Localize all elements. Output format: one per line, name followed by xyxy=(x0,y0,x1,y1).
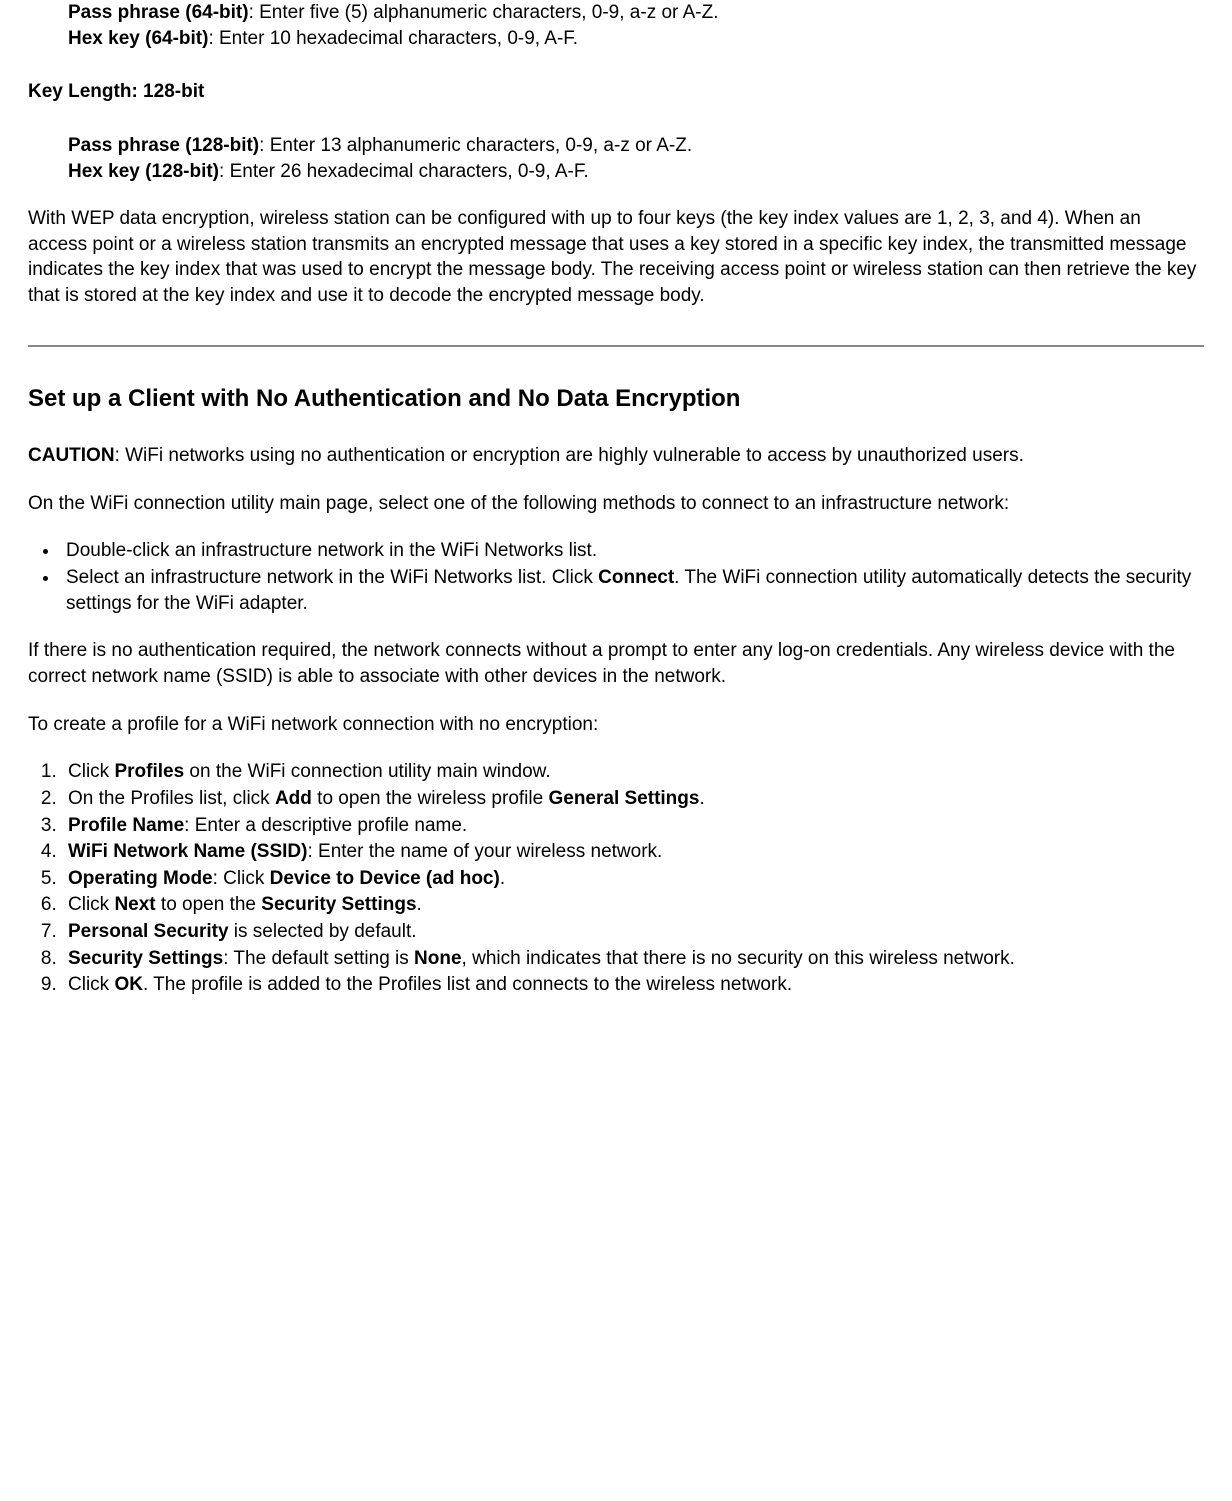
list-item: Click Next to open the Security Settings… xyxy=(62,892,1204,918)
pass-phrase-64-text: : Enter five (5) alphanumeric characters… xyxy=(249,2,719,23)
step6-bold2: Security Settings xyxy=(261,894,416,915)
step5-bold1: Operating Mode xyxy=(68,868,213,889)
list-item: On the Profiles list, click Add to open … xyxy=(62,786,1204,812)
step5-bold2: Device to Device (ad hoc) xyxy=(270,868,500,889)
step6-pre: Click xyxy=(68,894,114,915)
step7-post: is selected by default. xyxy=(229,921,417,942)
list-item: Operating Mode: Click Device to Device (… xyxy=(62,866,1204,892)
step9-bold: OK xyxy=(114,974,143,995)
step8-bold2: None xyxy=(414,948,462,969)
step2-bold2: General Settings xyxy=(548,788,699,809)
list-item: WiFi Network Name (SSID): Enter the name… xyxy=(62,839,1204,865)
list-item: Profile Name: Enter a descriptive profil… xyxy=(62,813,1204,839)
step5-mid: : Click xyxy=(213,868,270,889)
step8-mid: : The default setting is xyxy=(223,948,414,969)
list-item: Personal Security is selected by default… xyxy=(62,919,1204,945)
bullet-1-text: Double-click an infrastructure network i… xyxy=(66,540,597,561)
list-item: Click Profiles on the WiFi connection ut… xyxy=(62,759,1204,785)
connect-intro: On the WiFi connection utility main page… xyxy=(28,491,1204,517)
list-item: Click OK. The profile is added to the Pr… xyxy=(62,972,1204,998)
step8-bold1: Security Settings xyxy=(68,948,223,969)
key-64-block: Pass phrase (64-bit): Enter five (5) alp… xyxy=(68,0,1204,51)
list-item: Double-click an infrastructure network i… xyxy=(60,538,1204,564)
pass-phrase-128-label: Pass phrase (128-bit) xyxy=(68,135,259,156)
hex-key-64-label: Hex key (64-bit) xyxy=(68,28,208,49)
section-heading: Set up a Client with No Authentication a… xyxy=(28,383,1204,415)
step2-mid: to open the wireless profile xyxy=(312,788,549,809)
step2-post: . xyxy=(699,788,704,809)
step6-post: . xyxy=(417,894,422,915)
key-128-block: Pass phrase (128-bit): Enter 13 alphanum… xyxy=(68,133,1204,184)
bullet-2-pre: Select an infrastructure network in the … xyxy=(66,567,598,588)
hex-key-128-text: : Enter 26 hexadecimal characters, 0-9, … xyxy=(219,161,589,182)
step1-pre: Click xyxy=(68,761,114,782)
step1-bold: Profiles xyxy=(114,761,184,782)
hex-key-64-text: : Enter 10 hexadecimal characters, 0-9, … xyxy=(208,28,578,49)
wep-paragraph: With WEP data encryption, wireless stati… xyxy=(28,206,1204,309)
connect-methods-list: Double-click an infrastructure network i… xyxy=(60,538,1204,616)
key-length-128-heading: Key Length: 128-bit xyxy=(28,79,1204,105)
step7-bold: Personal Security xyxy=(68,921,229,942)
caution-label: CAUTION xyxy=(28,445,115,466)
step2-bold1: Add xyxy=(275,788,312,809)
bullet-2-bold: Connect xyxy=(598,567,674,588)
caution-paragraph: CAUTION: WiFi networks using no authenti… xyxy=(28,443,1204,469)
no-auth-paragraph: If there is no authentication required, … xyxy=(28,638,1204,689)
step3-bold: Profile Name xyxy=(68,815,184,836)
step4-post: : Enter the name of your wireless networ… xyxy=(307,841,662,862)
step3-post: : Enter a descriptive profile name. xyxy=(184,815,467,836)
list-item: Security Settings: The default setting i… xyxy=(62,946,1204,972)
step9-pre: Click xyxy=(68,974,114,995)
profile-intro: To create a profile for a WiFi network c… xyxy=(28,712,1204,738)
pass-phrase-64-label: Pass phrase (64-bit) xyxy=(68,2,249,23)
step8-post: , which indicates that there is no secur… xyxy=(462,948,1015,969)
step1-post: on the WiFi connection utility main wind… xyxy=(184,761,550,782)
step6-bold1: Next xyxy=(114,894,155,915)
profile-steps-list: Click Profiles on the WiFi connection ut… xyxy=(62,759,1204,998)
step5-post: . xyxy=(500,868,505,889)
list-item: Select an infrastructure network in the … xyxy=(60,565,1204,616)
pass-phrase-128-text: : Enter 13 alphanumeric characters, 0-9,… xyxy=(259,135,692,156)
caution-text: : WiFi networks using no authentication … xyxy=(115,445,1024,466)
step6-mid: to open the xyxy=(156,894,262,915)
step9-post: . The profile is added to the Profiles l… xyxy=(143,974,792,995)
step2-pre: On the Profiles list, click xyxy=(68,788,275,809)
step4-bold: WiFi Network Name (SSID) xyxy=(68,841,307,862)
hex-key-128-label: Hex key (128-bit) xyxy=(68,161,219,182)
section-divider xyxy=(28,345,1204,347)
